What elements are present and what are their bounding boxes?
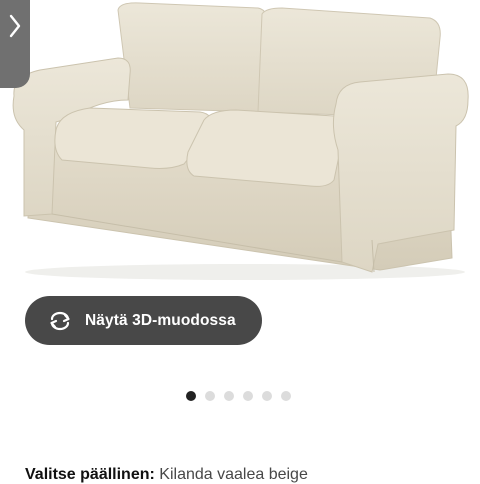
pagination-dot-4[interactable] <box>243 391 253 401</box>
pagination-dot-5[interactable] <box>262 391 272 401</box>
view-3d-button[interactable]: Näytä 3D-muodossa <box>25 296 262 345</box>
view-3d-label: Näytä 3D-muodossa <box>85 311 236 329</box>
chevron-right-icon <box>9 14 21 38</box>
cover-selector-label: Valitse päällinen: <box>25 466 155 483</box>
gallery-pagination <box>186 391 291 401</box>
sofa-illustration <box>12 2 469 280</box>
rotate-3d-icon <box>50 311 70 330</box>
pagination-dot-1[interactable] <box>186 391 196 401</box>
previous-image-button[interactable] <box>0 0 30 88</box>
product-image[interactable] <box>0 0 480 285</box>
pagination-dot-2[interactable] <box>205 391 215 401</box>
pagination-dot-6[interactable] <box>281 391 291 401</box>
pagination-dot-3[interactable] <box>224 391 234 401</box>
cover-selector-value: Kilanda vaalea beige <box>159 466 308 483</box>
cover-selector[interactable]: Valitse päällinen: Kilanda vaalea beige <box>25 466 308 484</box>
